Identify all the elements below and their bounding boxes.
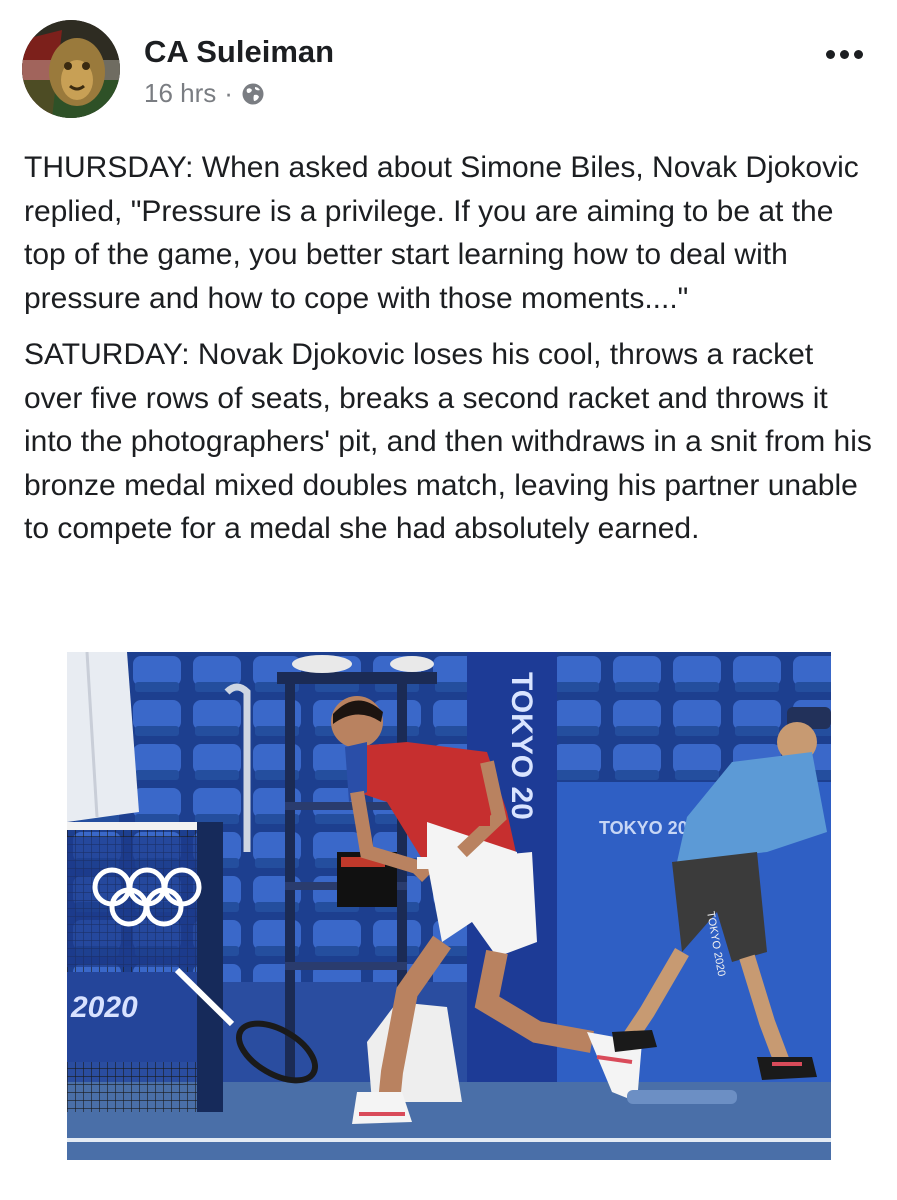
- banner-text: 2020: [70, 991, 138, 1024]
- pillar-sign-text: TOKYO 20: [505, 672, 538, 820]
- post-header: CA Suleiman 16 hrs ·: [22, 20, 875, 120]
- post-time[interactable]: 16 hrs: [144, 78, 216, 109]
- more-options-icon[interactable]: [826, 50, 863, 59]
- globe-icon: [241, 82, 265, 106]
- author-name[interactable]: CA Suleiman: [144, 34, 334, 70]
- post-photo[interactable]: TOKYO 20 TOKYO 2020 2020 TOKYO 2020: [67, 652, 831, 1160]
- avatar[interactable]: [22, 20, 120, 118]
- post-body: THURSDAY: When asked about Simone Biles,…: [24, 146, 874, 564]
- post-paragraph: SATURDAY: Novak Djokovic loses his cool,…: [24, 338, 872, 545]
- meta-separator: ·: [224, 78, 233, 108]
- post-paragraph: THURSDAY: When asked about Simone Biles,…: [24, 151, 859, 315]
- post-meta: 16 hrs ·: [144, 78, 265, 109]
